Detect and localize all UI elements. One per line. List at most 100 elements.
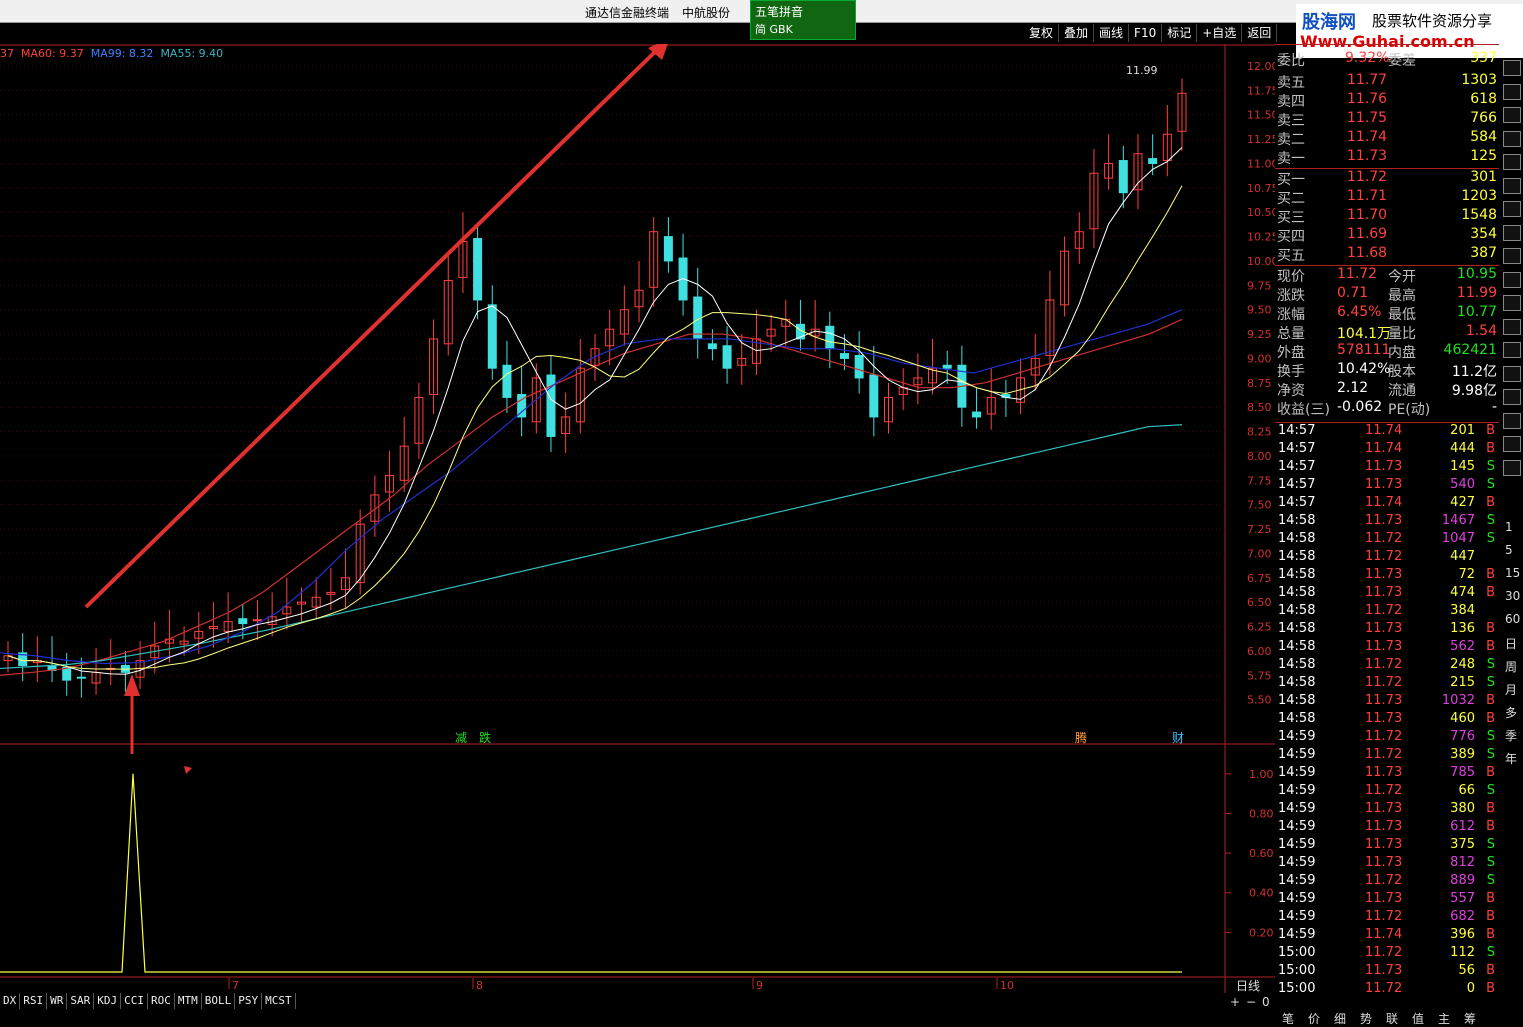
- tab-rsi[interactable]: RSI: [20, 993, 48, 1009]
- fuquan-button[interactable]: 复权: [1024, 24, 1060, 42]
- tab-cci[interactable]: CCI: [121, 993, 148, 1009]
- tick-price: 11.73: [1365, 621, 1403, 636]
- sidebar-tool-icon[interactable]: [1503, 271, 1521, 288]
- add-watchlist-button[interactable]: +自选: [1197, 24, 1243, 42]
- tick-price: 11.73: [1365, 693, 1403, 708]
- sidebar-tool-icon[interactable]: [1503, 83, 1521, 100]
- period-button[interactable]: 月: [1505, 681, 1517, 698]
- tick-row: 14:58 11.72 447: [1275, 549, 1499, 567]
- stat-label: 股本: [1388, 364, 1416, 380]
- sidebar-tool-icon[interactable]: [1503, 389, 1521, 405]
- bid-price: 11.72: [1347, 169, 1388, 185]
- tick-volume: 72: [1458, 567, 1475, 582]
- tick-price: 11.73: [1365, 459, 1403, 474]
- tab-roc[interactable]: ROC: [148, 993, 175, 1009]
- draw-line-button[interactable]: 画线: [1094, 24, 1130, 42]
- period-button[interactable]: 季: [1505, 727, 1517, 744]
- tick-row: 14:58 11.72 248 S: [1275, 657, 1499, 675]
- stat-value: 10.77: [1456, 304, 1497, 320]
- period-button[interactable]: 30: [1505, 589, 1520, 603]
- tick-side: S: [1486, 945, 1495, 960]
- tab-sar[interactable]: SAR: [67, 993, 95, 1009]
- tick-row: 14:59 11.72 889 S: [1275, 873, 1499, 891]
- tab-mcst[interactable]: MCST: [262, 993, 296, 1009]
- tick-price: 11.73: [1365, 513, 1403, 528]
- tick-row: 14:59 11.73 812 S: [1275, 855, 1499, 873]
- marker-die: 跌: [479, 731, 492, 745]
- tick-volume: 447: [1450, 549, 1475, 564]
- price-tick-label: 9.75: [1247, 279, 1272, 292]
- tab-jia[interactable]: 价: [1301, 1010, 1327, 1027]
- sidebar-tool-icon[interactable]: [1503, 177, 1521, 194]
- sidebar-tool-icon[interactable]: [1503, 224, 1521, 241]
- kline-chart[interactable]: 12.00 11.75 11.50 11.25 11.00 10.75 10.50 10.25…: [0, 44, 1275, 994]
- period-button[interactable]: 5: [1505, 543, 1513, 557]
- sidebar-tool-icon[interactable]: [1503, 436, 1521, 452]
- period-button[interactable]: 1: [1505, 520, 1513, 534]
- ime-toolbar[interactable]: 五笔拼音 简 GBK: [750, 0, 856, 40]
- price-tick-label: 10.50: [1247, 206, 1275, 219]
- tab-xi[interactable]: 细: [1327, 1010, 1353, 1027]
- tick-volume: 248: [1450, 657, 1475, 672]
- sidebar-tool-icon[interactable]: [1503, 342, 1521, 358]
- tab-zhu[interactable]: 主: [1431, 1010, 1457, 1027]
- ime-label[interactable]: 五笔拼音: [755, 3, 803, 20]
- sidebar-tool-icon[interactable]: [1503, 107, 1521, 123]
- stat-value: 6.45%: [1337, 304, 1382, 320]
- tick-side: S: [1486, 513, 1495, 528]
- tick-row: 14:57 11.74 444 B: [1275, 441, 1499, 459]
- period-button[interactable]: 多: [1505, 704, 1517, 721]
- sidebar-tool-icon[interactable]: [1503, 154, 1521, 170]
- tab-dx[interactable]: DX: [0, 993, 21, 1009]
- overlay-button[interactable]: 叠加: [1059, 24, 1095, 42]
- bid-label: 买一: [1277, 172, 1305, 188]
- tick-volume: 460: [1450, 711, 1475, 726]
- sidebar-tool-icon[interactable]: [1503, 318, 1521, 335]
- bid-label: 买五: [1277, 248, 1305, 264]
- stat-row: 外盘 578111 内盘 462421: [1275, 342, 1499, 361]
- sidebar-tool-icon[interactable]: [1503, 459, 1521, 476]
- sidebar-tool-icon[interactable]: [1503, 130, 1521, 147]
- tab-boll[interactable]: BOLL: [202, 993, 236, 1009]
- sidebar-tool-icon[interactable]: [1503, 412, 1521, 429]
- sidebar-tool-icon[interactable]: [1503, 248, 1521, 264]
- period-button[interactable]: 60: [1505, 612, 1520, 626]
- tick-time: 14:58: [1278, 657, 1316, 672]
- tick-row: 14:58 11.72 215 S: [1275, 675, 1499, 693]
- tick-side: S: [1486, 657, 1495, 672]
- candle-body: [663, 236, 673, 262]
- tab-zhi[interactable]: 值: [1405, 1010, 1431, 1027]
- mark-button[interactable]: 标记: [1162, 24, 1198, 42]
- tick-time: 14:58: [1278, 513, 1316, 528]
- tick-volume: 889: [1450, 873, 1475, 888]
- sidebar-tool-icon[interactable]: [1503, 365, 1521, 382]
- candle-body: [722, 345, 732, 369]
- tab-lian[interactable]: 联: [1379, 1010, 1405, 1027]
- tick-time: 14:58: [1278, 531, 1316, 546]
- tab-kdj[interactable]: KDJ: [94, 993, 122, 1009]
- zoom-in-button[interactable]: +: [1230, 995, 1240, 1009]
- period-button[interactable]: 15: [1505, 566, 1520, 580]
- sidebar-tool-icon[interactable]: [1503, 60, 1521, 76]
- zoom-out-button[interactable]: −: [1246, 995, 1256, 1009]
- tab-shi[interactable]: 势: [1353, 1010, 1379, 1027]
- tick-row: 14:59 11.73 612 B: [1275, 819, 1499, 837]
- f10-button[interactable]: F10: [1129, 24, 1163, 42]
- tick-price: 11.72: [1365, 531, 1403, 546]
- period-button[interactable]: 日: [1505, 635, 1517, 652]
- period-label[interactable]: 日线: [1236, 977, 1260, 994]
- sidebar-tool-icon[interactable]: [1503, 201, 1521, 217]
- tab-chou[interactable]: 筹: [1457, 1010, 1483, 1027]
- sidebar-tool-icon[interactable]: [1503, 295, 1521, 311]
- tab-mtm[interactable]: MTM: [175, 993, 202, 1009]
- tab-wr[interactable]: WR: [47, 993, 68, 1009]
- tick-side: B: [1486, 567, 1495, 582]
- back-button[interactable]: 返回: [1242, 24, 1278, 42]
- tick-side: S: [1486, 747, 1495, 762]
- wecha-label: 委差: [1388, 53, 1416, 69]
- tab-bi[interactable]: 笔: [1275, 1010, 1301, 1027]
- tab-psy[interactable]: PSY: [235, 993, 263, 1009]
- period-button[interactable]: 年: [1505, 750, 1517, 767]
- period-button[interactable]: 周: [1505, 658, 1517, 675]
- ime-mode[interactable]: 简 GBK: [755, 21, 793, 37]
